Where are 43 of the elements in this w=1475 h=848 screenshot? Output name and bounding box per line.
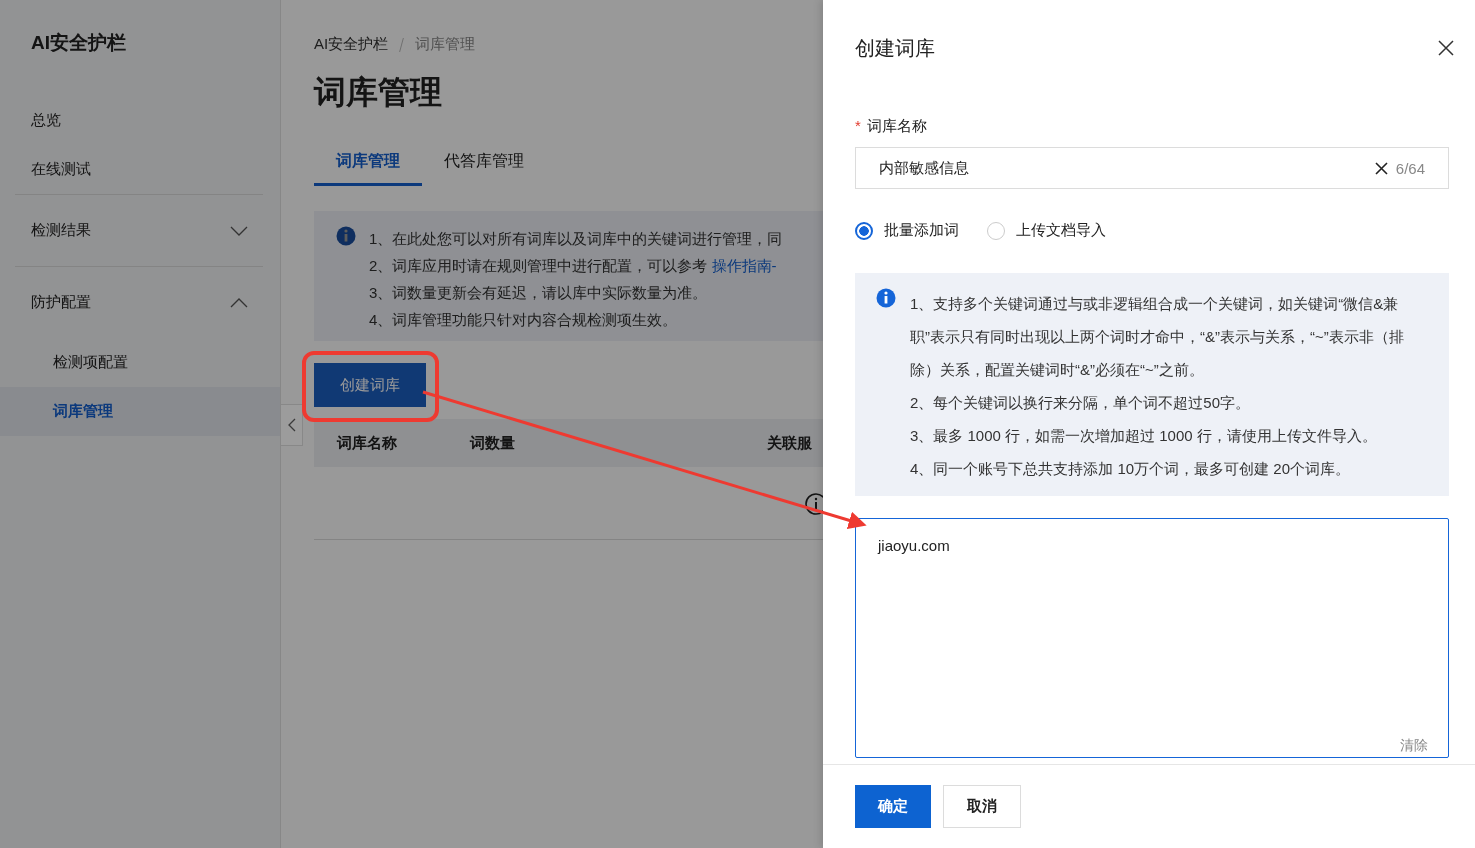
tab[interactable]: 词库管理 <box>314 138 422 186</box>
guide-link[interactable]: 操作指南- <box>711 257 777 274</box>
breadcrumb-item[interactable]: AI安全护栏 <box>314 35 389 54</box>
char-counter: 6/64 <box>1395 159 1425 177</box>
radio-button[interactable] <box>855 221 873 240</box>
radio-option[interactable]: 批量添加词 <box>855 221 959 240</box>
field-label: 词库名称 <box>866 117 927 136</box>
tip-text: 3、最多 1000 行，如需一次增加超过 1000 行，请使用上传文件导入。 <box>910 426 1378 446</box>
drawer-title: 创建词库 <box>855 35 935 61</box>
page-title: 词库管理 <box>314 73 443 112</box>
info-icon <box>805 493 823 515</box>
column-header: 关联服 <box>767 433 813 453</box>
notice-text: 2、词库应用时请在规则管理中进行配置，可以参考 操作指南- <box>369 256 778 276</box>
keywords-field[interactable]: jiaoyu.com 清除 <box>855 518 1449 758</box>
tab[interactable]: 代答库管理 <box>422 138 546 186</box>
column-header: 词数量 <box>470 433 516 453</box>
tip-text: 4、同一个账号下总共支持添加 10万个词，最多可创建 20个词库。 <box>910 459 1352 479</box>
nav-group[interactable]: 检测结果 <box>0 195 280 266</box>
tip-text: 1、支持多个关键词通过与或非逻辑组合成一个关键词，如关键词“微信&兼职”表示只有同时出现以上两个词时才命中，“&”表示与关系，“~”表示非（排除）关系，配置关键词时“&”必须在“~”之前。 <box>910 294 1405 380</box>
nav-item[interactable]: 总览 <box>0 96 280 145</box>
nav-item[interactable]: 词库管理 <box>0 387 280 436</box>
notice-text: 1、在此处您可以对所有词库以及词库中的关键词进行管理，同 <box>369 229 783 249</box>
field-value: 内部敏感信息 <box>879 158 970 178</box>
column-header: 词库名称 <box>337 433 398 453</box>
required-mark: * <box>855 117 861 136</box>
radio-option[interactable]: 上传文档导入 <box>987 221 1106 240</box>
nav-item[interactable]: 在线测试 <box>0 145 280 194</box>
app-title: AI安全护栏 <box>30 31 127 55</box>
clear-link[interactable]: 清除 <box>1400 737 1428 755</box>
info-icon <box>336 226 356 246</box>
notice-text: 4、词库管理功能只针对内容合规检测项生效。 <box>369 310 679 330</box>
tip-text: 2、每个关键词以换行来分隔，单个词不超过50字。 <box>910 393 1252 413</box>
confirm-button[interactable]: 确定 <box>855 785 931 828</box>
clear-icon[interactable] <box>1374 161 1388 175</box>
nav-item[interactable]: 检测项配置 <box>0 338 280 387</box>
notice-text: 3、词数量更新会有延迟，请以库中实际数量为准。 <box>369 283 709 303</box>
info-icon <box>876 288 896 308</box>
chevron-left-icon <box>287 418 296 432</box>
create-button[interactable]: 创建词库 <box>314 363 426 407</box>
cancel-button[interactable]: 取消 <box>943 785 1021 828</box>
name-field[interactable]: 内部敏感信息 6/64 <box>855 147 1449 189</box>
nav-group[interactable]: 防护配置 <box>0 267 280 338</box>
close-icon[interactable] <box>1438 40 1454 56</box>
